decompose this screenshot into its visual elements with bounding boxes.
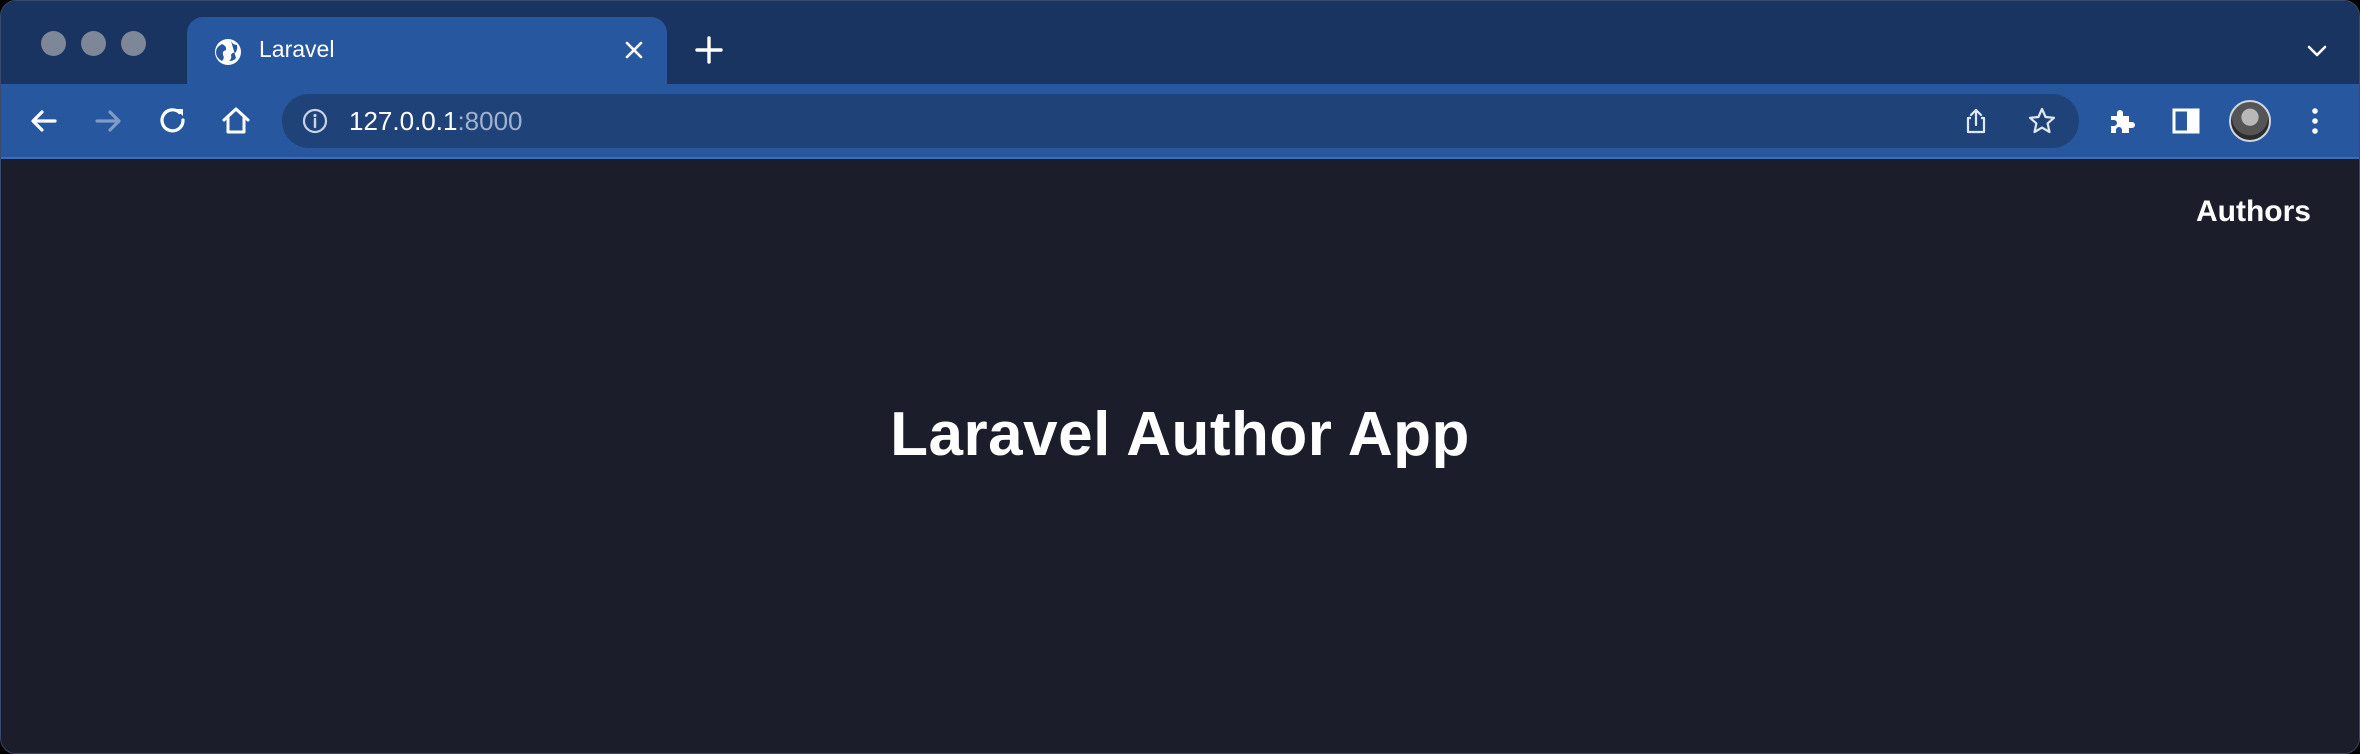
window-controls [41, 31, 146, 56]
tab-strip: Laravel [1, 1, 2359, 84]
minimize-window-button[interactable] [81, 31, 106, 56]
profile-avatar[interactable] [2229, 100, 2271, 142]
home-icon[interactable] [219, 104, 253, 138]
tab-laravel[interactable]: Laravel [187, 17, 667, 84]
tab-search-chevron-icon[interactable] [2305, 39, 2329, 63]
browser-window: Laravel 127.0.0.1:8000 Authors Laravel A… [0, 0, 2360, 754]
extensions-puzzle-icon[interactable] [2105, 104, 2139, 138]
bookmark-star-icon[interactable] [2027, 106, 2057, 136]
browser-toolbar: 127.0.0.1:8000 [1, 84, 2359, 159]
site-info-icon[interactable] [302, 108, 328, 134]
nav-link-authors[interactable]: Authors [2196, 195, 2311, 229]
new-tab-icon[interactable] [694, 35, 724, 65]
close-tab-icon[interactable] [621, 37, 647, 63]
url-host: 127.0.0.1 [349, 106, 458, 136]
globe-icon [215, 39, 241, 65]
menu-kebab-icon[interactable] [2298, 104, 2332, 138]
share-icon[interactable] [1961, 106, 1991, 136]
side-panel-icon[interactable] [2169, 104, 2203, 138]
tab-title: Laravel [259, 36, 335, 62]
page-content: Authors Laravel Author App [1, 159, 2359, 753]
reload-icon[interactable] [156, 104, 190, 138]
url-text[interactable]: 127.0.0.1:8000 [349, 106, 523, 137]
back-arrow-icon[interactable] [27, 104, 61, 138]
url-port: :8000 [457, 106, 523, 136]
maximize-window-button[interactable] [121, 31, 146, 56]
forward-arrow-icon[interactable] [91, 104, 125, 138]
close-window-button[interactable] [41, 31, 66, 56]
page-title: Laravel Author App [890, 400, 1470, 469]
address-bar[interactable]: 127.0.0.1:8000 [282, 94, 2079, 148]
